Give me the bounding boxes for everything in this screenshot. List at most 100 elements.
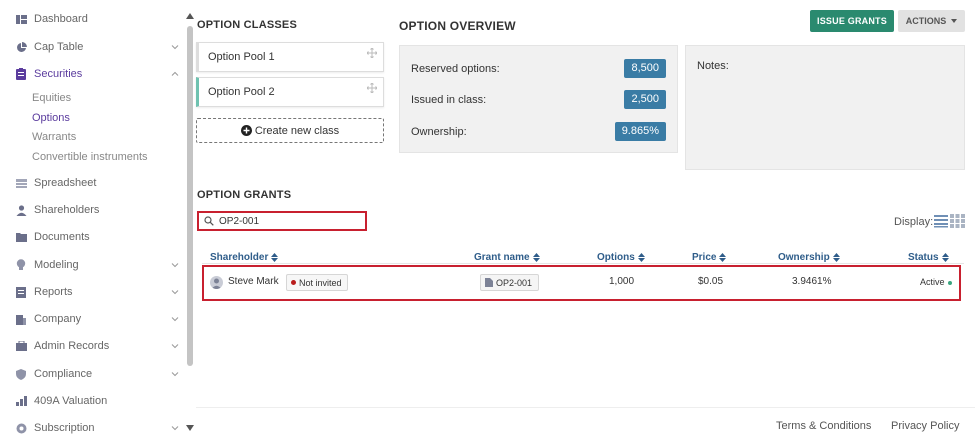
sidebar-item-409a-valuation[interactable]: 409A Valuation: [0, 391, 185, 411]
status-dot-green: [947, 281, 952, 285]
ownership-value: 9.865%: [614, 122, 666, 141]
option-class-card-selected[interactable]: Option Pool 2: [196, 77, 384, 107]
sidebar-item-securities[interactable]: Securities: [0, 64, 185, 84]
option-grants-title: OPTION GRANTS: [197, 189, 292, 201]
create-new-class-button[interactable]: Create new class: [196, 118, 384, 143]
list-view-icon[interactable]: [934, 214, 948, 228]
sidebar-item-label: 409A Valuation: [34, 395, 108, 407]
column-header-grant-name[interactable]: Grant name: [474, 252, 540, 263]
sidebar: Dashboard Cap Table Securities Equities …: [0, 0, 195, 444]
sidebar-item-label: Admin Records: [34, 340, 110, 352]
column-header-status[interactable]: Status: [908, 252, 949, 263]
pie-chart-icon: [15, 41, 27, 53]
drag-handle-icon[interactable]: [367, 83, 377, 93]
sidebar-item-reports[interactable]: Reports: [0, 282, 185, 302]
sidebar-item-cap-table[interactable]: Cap Table: [0, 37, 185, 57]
notes-label: Notes:: [697, 60, 729, 72]
issue-grants-button[interactable]: ISSUE GRANTS: [810, 10, 894, 32]
grant-name-chip[interactable]: OP2-001: [480, 274, 540, 291]
chevron-down-icon: [171, 290, 179, 295]
sort-icon: [532, 253, 540, 262]
scroll-up-arrow[interactable]: [186, 13, 194, 19]
reserved-options-label: Reserved options:: [411, 63, 500, 75]
column-header-label: Grant name: [474, 252, 530, 263]
privacy-link[interactable]: Privacy Policy: [891, 420, 959, 432]
sort-icon: [941, 253, 949, 262]
sidebar-item-label: Modeling: [34, 259, 79, 271]
sidebar-item-dashboard[interactable]: Dashboard: [0, 9, 185, 29]
display-label: Display:: [894, 216, 934, 228]
column-header-label: Shareholder: [210, 252, 269, 263]
column-header-price[interactable]: Price: [692, 252, 727, 263]
scroll-down-arrow[interactable]: [186, 425, 194, 431]
chevron-down-icon: [171, 372, 179, 377]
plus-circle-icon: [240, 125, 252, 136]
search-icon: [204, 216, 214, 226]
sidebar-sub-equities[interactable]: Equities: [32, 91, 71, 105]
sidebar-item-company[interactable]: Company: [0, 309, 185, 329]
sidebar-scrollbar-thumb[interactable]: [187, 26, 193, 366]
sidebar-item-label: Compliance: [34, 368, 93, 380]
column-header-label: Options: [597, 252, 635, 263]
option-class-name: Option Pool 2: [208, 86, 275, 98]
drag-handle-icon[interactable]: [367, 48, 377, 58]
grid-view-icon[interactable]: [950, 214, 965, 228]
search-input[interactable]: [219, 215, 349, 227]
sidebar-sub-warrants[interactable]: Warrants: [32, 130, 76, 144]
sidebar-item-label: Cap Table: [34, 41, 84, 53]
options-cell: 1,000: [609, 276, 635, 287]
sidebar-item-label: Shareholders: [34, 204, 100, 216]
column-header-label: Ownership: [778, 252, 830, 263]
sidebar-item-spreadsheet[interactable]: Spreadsheet: [0, 173, 185, 193]
grid-icon: [15, 177, 27, 189]
report-icon: [15, 286, 27, 298]
caret-down-icon: [951, 19, 958, 23]
terms-link[interactable]: Terms & Conditions: [776, 420, 871, 432]
sidebar-item-modeling[interactable]: Modeling: [0, 255, 185, 275]
chevron-down-icon: [171, 344, 179, 349]
column-header-label: Price: [692, 252, 717, 263]
sort-icon: [637, 253, 645, 262]
option-overview-title: OPTION OVERVIEW: [399, 19, 516, 33]
person-icon: [15, 204, 27, 216]
sort-icon: [719, 253, 727, 262]
column-header-options[interactable]: Options: [597, 252, 645, 263]
clipboard-icon: [15, 68, 27, 80]
shareholder-name[interactable]: Steve Mark: [228, 276, 279, 287]
column-header-ownership[interactable]: Ownership: [778, 252, 840, 263]
actions-dropdown-button[interactable]: ACTIONS: [898, 10, 965, 32]
sidebar-sub-convertible[interactable]: Convertible instruments: [32, 150, 148, 164]
sidebar-item-compliance[interactable]: Compliance: [0, 364, 185, 384]
option-classes-title: OPTION CLASSES: [197, 19, 297, 31]
option-class-card[interactable]: Option Pool 1: [196, 42, 384, 72]
column-header-shareholder[interactable]: Shareholder: [210, 252, 279, 263]
chevron-down-icon: [171, 263, 179, 268]
sidebar-item-label: Securities: [34, 68, 83, 80]
notes-panel[interactable]: Notes:: [685, 45, 965, 170]
issued-in-class-label: Issued in class:: [411, 94, 487, 106]
sidebar-item-label: Company: [34, 313, 82, 325]
folder-icon: [15, 231, 27, 243]
footer-divider: [196, 407, 975, 408]
sidebar-item-subscription[interactable]: Subscription: [0, 418, 185, 438]
ownership-label: Ownership:: [411, 126, 467, 138]
document-icon: [485, 278, 493, 287]
option-class-name: Option Pool 1: [208, 51, 275, 63]
sidebar-item-shareholders[interactable]: Shareholders: [0, 200, 185, 220]
sidebar-item-admin-records[interactable]: Admin Records: [0, 336, 185, 356]
shield-icon: [15, 368, 27, 380]
chevron-down-icon: [171, 45, 179, 50]
sidebar-item-label: Subscription: [34, 422, 95, 434]
grant-search-box[interactable]: [197, 211, 367, 231]
status-dot-red: [291, 280, 296, 285]
ownership-cell: 3.9461%: [792, 276, 832, 287]
sidebar-item-label: Reports: [34, 286, 73, 298]
records-icon: [15, 340, 27, 352]
chevron-up-icon: [171, 71, 179, 76]
chevron-down-icon: [171, 426, 179, 431]
sidebar-sub-options[interactable]: Options: [32, 111, 70, 125]
subscription-icon: [15, 422, 27, 434]
sidebar-item-documents[interactable]: Documents: [0, 227, 185, 247]
option-overview-panel: Reserved options: 8,500 Issued in class:…: [399, 45, 678, 153]
sort-icon: [832, 253, 840, 262]
